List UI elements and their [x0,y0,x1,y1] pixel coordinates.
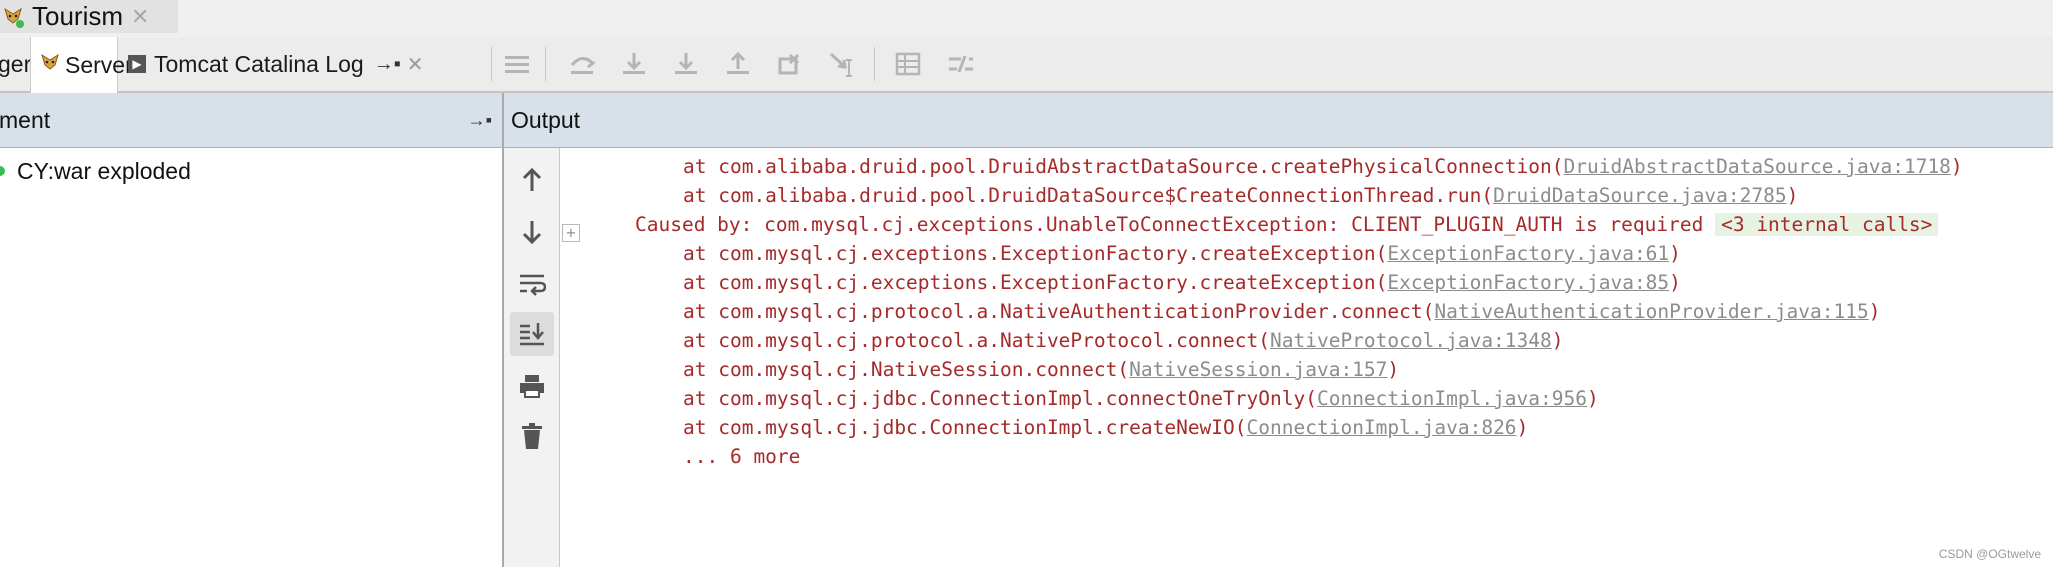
frame-text: at com.mysql.cj.exceptions.ExceptionFact… [683,242,1388,265]
frame-text: at com.mysql.cj.protocol.a.NativeAuthent… [683,300,1435,323]
artifact-item[interactable]: CY:war exploded [0,156,191,186]
separator [545,47,546,81]
force-step-into-icon[interactable] [669,47,703,81]
source-link[interactable]: NativeProtocol.java:1348 [1270,329,1552,352]
deployment-panel: CY:war exploded [0,148,502,567]
step-out-icon[interactable] [721,47,755,81]
frame-text: at com.alibaba.druid.pool.DruidDataSourc… [683,184,1494,207]
deployment-header: ment →▪ [0,93,502,148]
frame-text: at com.mysql.cj.exceptions.ExceptionFact… [683,271,1388,294]
frame-suffix: ) [1950,155,1963,178]
soft-wrap-icon[interactable] [510,262,554,306]
source-link[interactable]: ConnectionImpl.java:826 [1247,416,1517,439]
console-icon: ▶ [128,55,146,73]
step-over-icon[interactable] [565,47,599,81]
frame-suffix: ) [1669,242,1681,265]
close-icon[interactable]: ✕ [131,5,149,28]
frame-suffix: ) [1868,300,1881,323]
console-output[interactable]: at com.alibaba.druid.pool.DruidAbstractD… [582,148,2053,567]
more-text: ... 6 more [683,445,801,468]
tomcat-icon [39,51,61,79]
frame-text: at com.mysql.cj.protocol.a.NativeProtoco… [683,329,1270,352]
deployment-header-title: ment [0,106,51,133]
frame-text: at com.mysql.cj.jdbc.ConnectionImpl.conn… [683,387,1317,410]
drop-frame-icon[interactable] [773,47,807,81]
frame-suffix: ) [1551,329,1564,352]
frame-suffix: ) [1669,271,1681,294]
frame-suffix: ) [1516,416,1529,439]
run-tab-tourism[interactable]: Tourism ✕ [0,0,178,33]
frame-text: at com.mysql.cj.NativeSession.connect( [683,358,1130,381]
tab-server-label: Server [65,51,133,78]
source-link[interactable]: ExceptionFactory.java:61 [1387,242,1669,265]
down-arrow-icon[interactable] [510,210,554,254]
tab-catalina-log[interactable]: ▶ Tomcat Catalina Log →▪ ✕ [128,37,488,91]
tab-server[interactable]: Server [30,37,133,93]
exception-text: Caused by: com.mysql.cj.exceptions.Unabl… [635,213,1716,236]
watermark: CSDN @OGtwelve [1938,547,2041,561]
run-to-cursor-icon[interactable] [826,47,860,81]
trace-icon[interactable] [944,47,978,81]
up-arrow-icon[interactable] [510,158,554,202]
frame-suffix: ) [1786,184,1799,207]
frame-text: at com.alibaba.druid.pool.DruidAbstractD… [683,155,1564,178]
print-icon[interactable] [510,364,554,408]
menu-icon[interactable] [500,47,534,81]
source-link[interactable]: DruidAbstractDataSource.java:1718 [1564,155,1951,178]
scroll-to-end-icon[interactable] [510,312,554,356]
source-link[interactable]: DruidDataSource.java:2785 [1493,184,1787,207]
run-tab-label: Tourism [32,1,124,31]
more-frames-line[interactable]: ... 6 more [683,440,800,474]
evaluate-expression-icon[interactable] [891,47,925,81]
frame-suffix: ) [1387,358,1400,381]
tomcat-icon [2,5,24,29]
close-icon[interactable]: ✕ [407,52,424,77]
artifact-label: CY:war exploded [17,157,191,184]
source-link[interactable]: ConnectionImpl.java:956 [1317,387,1587,410]
pin-icon[interactable]: →▪ [374,53,401,76]
separator [491,47,492,81]
output-header-title: Output [511,106,581,133]
internal-calls-fold[interactable]: <3 internal calls> [1715,213,1939,236]
trash-icon[interactable] [510,414,554,458]
tab-debugger-label: ger [0,50,32,77]
services-toolbar: ger Server ▶ Tomcat Catalina Log →▪ ✕ [0,37,2053,93]
status-ok-icon [0,166,5,176]
pin-icon[interactable]: →▪ [468,110,492,131]
tab-catalina-label: Tomcat Catalina Log [154,50,364,77]
separator [874,47,875,81]
source-link[interactable]: NativeAuthenticationProvider.java:115 [1434,300,1868,323]
frame-suffix: ) [1587,387,1599,410]
source-link[interactable]: ExceptionFactory.java:85 [1387,271,1669,294]
expand-icon[interactable]: + [562,224,580,242]
tab-debugger[interactable]: ger [0,37,32,91]
step-into-icon[interactable] [617,47,651,81]
stack-frame-line: at com.mysql.cj.jdbc.ConnectionImpl.crea… [683,411,1528,445]
run-tab-strip: Tourism ✕ [0,0,2053,38]
source-link[interactable]: NativeSession.java:157 [1129,358,1387,381]
output-header: Output [504,93,2053,148]
console-gutter [504,148,560,567]
frame-text: at com.mysql.cj.jdbc.ConnectionImpl.crea… [683,416,1247,439]
